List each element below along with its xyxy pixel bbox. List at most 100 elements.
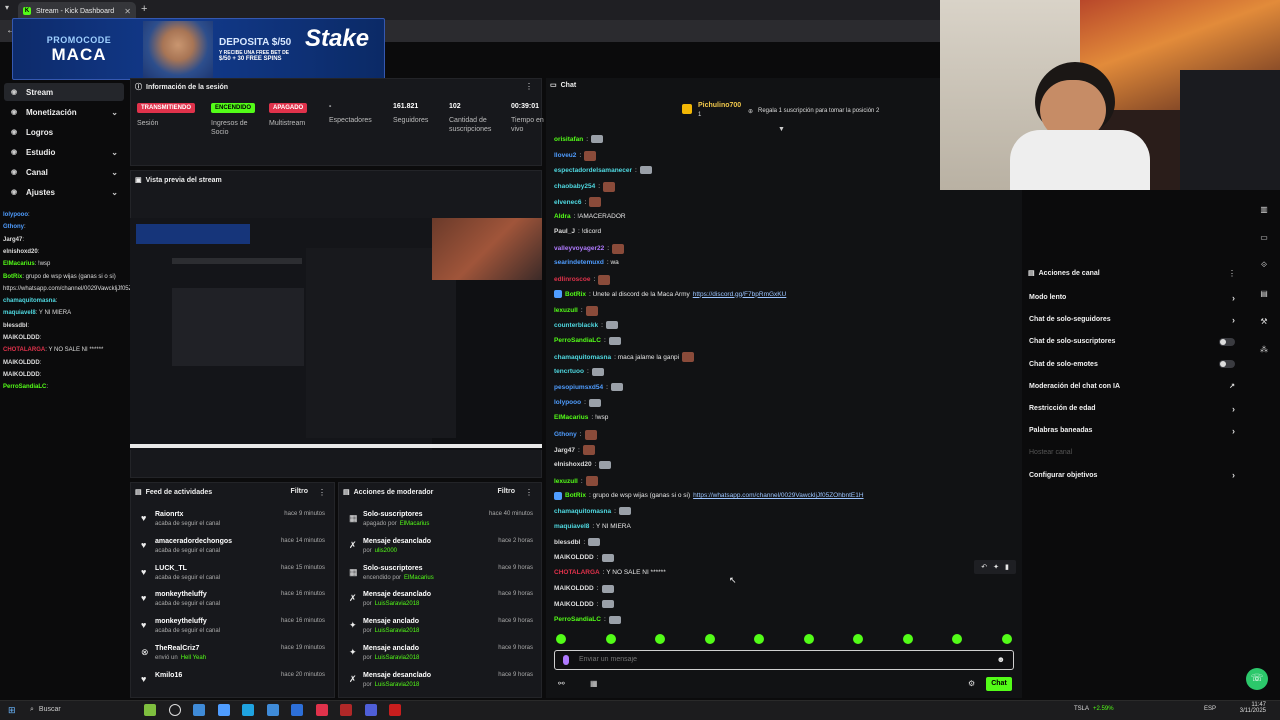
channel-action[interactable]: Palabras baneadas › <box>1029 426 1239 436</box>
emote-shortcut-icon[interactable] <box>655 634 665 644</box>
emote-shortcut-icon[interactable] <box>556 634 566 644</box>
rail-layout-icon[interactable]: ▤ <box>1257 286 1271 300</box>
chat-username[interactable]: PerroSandiaLC <box>554 337 601 344</box>
taskbar-app-icon[interactable] <box>364 704 377 716</box>
top-gifter-name[interactable]: Pichulino700 <box>698 102 741 109</box>
chat-message[interactable]: Paul_J: !dicord <box>554 228 601 235</box>
chat-message[interactable]: MAIKOLDDD: <box>554 553 614 562</box>
chat-message[interactable]: Aldra: !AMACERADOR <box>554 213 626 220</box>
chat-username[interactable]: maquiavel8 <box>554 523 589 530</box>
emote-shortcut-icon[interactable] <box>704 634 715 644</box>
support-chat-button[interactable]: ☏ <box>1246 668 1268 690</box>
chat-username[interactable]: MAIKOLDDD <box>554 601 594 608</box>
chat-username[interactable]: BotRix <box>565 492 586 499</box>
chat-input-box[interactable]: ☻ <box>554 650 1014 670</box>
chat-message[interactable]: BotRix: grupo de wsp wijas (ganas si o s… <box>554 491 864 500</box>
emote-shortcut-icon[interactable] <box>952 634 962 644</box>
channel-action[interactable]: Chat de solo-emotes <box>1029 360 1239 369</box>
chat-username[interactable]: Paul_J <box>554 228 575 235</box>
chat-username[interactable]: orisitafan <box>554 136 583 143</box>
taskbar-app-icon[interactable] <box>144 704 156 716</box>
chat-message[interactable]: elnishoxd20: <box>554 460 612 469</box>
chat-message[interactable]: Gthony: <box>554 429 597 440</box>
chat-message[interactable]: Jarg47: <box>554 445 595 455</box>
taskbar-search[interactable]: ⌕ Buscar <box>30 706 61 714</box>
chat-message[interactable]: orisitafan: <box>554 135 604 143</box>
chat-username[interactable]: Gthony <box>554 431 577 438</box>
stream-preview-video[interactable] <box>130 218 542 450</box>
rail-apps-icon[interactable]: ⁂ <box>1257 342 1271 356</box>
mod-more-icon[interactable]: ⋮ <box>525 488 533 497</box>
channel-action[interactable]: Chat de solo-seguidores › <box>1029 315 1239 325</box>
chat-message[interactable]: espectadordelsamanecer: <box>554 166 652 174</box>
emote-shortcut-icon[interactable] <box>853 634 863 644</box>
nav-item-3[interactable]: ◉ Estudio ⌄ <box>4 143 124 161</box>
chat-message[interactable]: elvenec6: <box>554 197 602 207</box>
chevron-down-icon[interactable]: ⌄ <box>111 188 118 197</box>
chat-username[interactable]: pesopiumsxd54 <box>554 384 603 391</box>
chat-username[interactable]: valleyvoyager22 <box>554 245 604 252</box>
channel-action[interactable]: Configurar objetivos › <box>1029 470 1239 480</box>
channel-action[interactable]: Chat de solo-suscriptores <box>1029 337 1239 346</box>
taskbar-app-icon[interactable] <box>266 704 279 716</box>
chat-message[interactable]: blessdbl: <box>554 538 601 546</box>
channel-action[interactable]: Modo lento › <box>1029 293 1239 303</box>
chat-username[interactable]: chaobaby254 <box>554 183 595 190</box>
chat-message[interactable]: MAIKOLDDD: <box>554 584 614 593</box>
feed-filter-button[interactable]: Filtro <box>291 488 309 495</box>
taskbar-app-icon[interactable] <box>291 704 303 716</box>
scroll-down-icon[interactable]: ▼ <box>778 126 785 133</box>
list-item-user[interactable]: Hell Yeah <box>181 655 206 661</box>
chat-message[interactable]: lexuzull: <box>554 305 598 316</box>
rail-wrench-icon[interactable]: ⚒ <box>1257 314 1271 328</box>
chat-message[interactable]: ElMacarius: !wsp <box>554 414 608 421</box>
chat-message[interactable]: valleyvoyager22: <box>554 243 625 254</box>
tab-menu-icon[interactable]: ▾ <box>5 3 9 12</box>
chat-username[interactable]: chamaquitomasna <box>554 354 611 361</box>
list-item-user[interactable]: ElMacarius <box>404 575 434 581</box>
actions-more-icon[interactable]: ⋮ <box>1228 269 1236 278</box>
chat-username[interactable]: lexuzull <box>554 307 578 314</box>
chat-username[interactable]: edlinroscoe <box>554 276 590 283</box>
chat-message[interactable]: chamaquitomasna: maca jalame la ganpi <box>554 352 695 362</box>
channel-action[interactable]: Restricción de edad › <box>1029 404 1239 414</box>
emote-shortcut-icon[interactable] <box>1001 634 1012 644</box>
chat-message[interactable]: edlinroscoe: <box>554 274 611 285</box>
channel-action[interactable]: Moderación del chat con IA ↗ <box>1029 383 1239 391</box>
list-item-user[interactable]: ElMacarius <box>400 521 430 527</box>
list-item-user[interactable]: LuisSaravia2018 <box>375 628 420 634</box>
chat-username[interactable]: blessdbl <box>554 539 580 546</box>
chat-settings-icon[interactable]: ⚙ <box>968 679 975 688</box>
chat-message[interactable]: lolypooo: <box>554 398 601 407</box>
list-item-user[interactable]: ulis2000 <box>375 548 397 554</box>
calendar-icon[interactable]: ▦ <box>590 679 598 688</box>
stock-widget[interactable]: TSLA +2.59% <box>1074 706 1114 712</box>
link-icon[interactable]: ⚯ <box>558 679 565 688</box>
chat-message[interactable]: maquiavel8: Y NI MIERA <box>554 523 631 530</box>
chevron-down-icon[interactable]: ⌄ <box>111 168 118 177</box>
taskbar-app-icon[interactable] <box>193 704 205 716</box>
taskbar-app-icon[interactable] <box>340 704 352 716</box>
chat-message[interactable]: PerroSandiaLC: <box>554 336 621 345</box>
nav-item-0[interactable]: ◉ Stream <box>4 83 124 101</box>
language-indicator[interactable]: ESP <box>1204 706 1216 712</box>
delete-icon[interactable]: ▮ <box>1005 563 1009 571</box>
chat-message[interactable]: pesopiumsxd54: <box>554 383 623 391</box>
feed-more-icon[interactable]: ⋮ <box>318 488 326 497</box>
emote-shortcut-icon[interactable] <box>605 634 616 644</box>
chat-input[interactable] <box>579 656 979 663</box>
chat-link[interactable]: https://whatsapp.com/channel/0029Vawcklj… <box>693 492 863 499</box>
nav-item-5[interactable]: ◉ Ajustes ⌄ <box>4 183 124 201</box>
chat-message[interactable]: chamaquitomasna: <box>554 507 631 515</box>
chat-username[interactable]: chamaquitomasna <box>554 508 611 515</box>
taskbar-app-icon[interactable] <box>315 704 328 716</box>
emote-shortcut-icon[interactable] <box>902 634 913 644</box>
nav-item-4[interactable]: ◉ Canal ⌄ <box>4 163 124 181</box>
list-item-user[interactable]: LuisSaravia2018 <box>375 601 420 607</box>
toggle-switch[interactable] <box>1219 337 1235 346</box>
taskbar-app-icon[interactable] <box>242 704 254 716</box>
chat-message[interactable]: lloveu2: <box>554 150 597 161</box>
reply-icon[interactable]: ↶ <box>981 563 987 571</box>
taskbar-app-icon[interactable] <box>217 704 230 716</box>
chat-message[interactable]: CHOTALARGA: Y NO SALE NI ****** <box>554 569 666 576</box>
